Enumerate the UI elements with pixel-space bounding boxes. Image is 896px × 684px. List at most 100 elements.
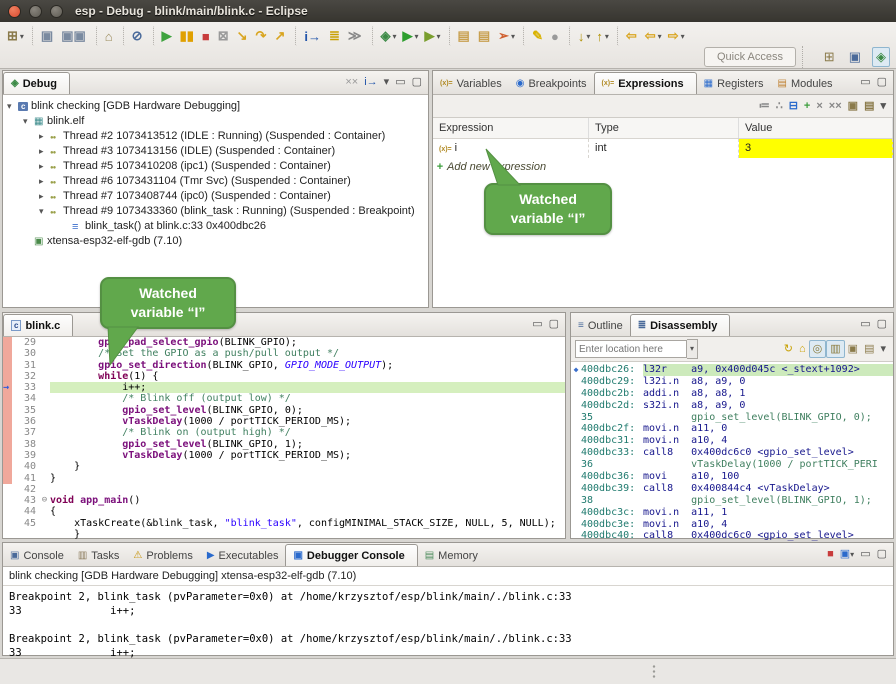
quick-access-button[interactable]: Quick Access bbox=[704, 47, 796, 67]
fold-marker-icon[interactable] bbox=[39, 337, 50, 348]
disconnect-icon[interactable]: ⊠ bbox=[215, 26, 234, 46]
code-line[interactable]: → } bbox=[3, 529, 565, 539]
step-over-icon[interactable]: ↷ bbox=[253, 26, 272, 46]
disassembly-line[interactable]: 400dbc31: movi.n a10, 4 bbox=[571, 435, 893, 447]
code-line[interactable]: → 37 /* Blink on (output high) */ bbox=[3, 427, 565, 438]
tree-twisty-icon[interactable]: ▾ bbox=[23, 114, 34, 129]
open-folder-alt-icon[interactable]: ▤ bbox=[475, 26, 495, 46]
disassembly-line[interactable]: 400dbc2f: movi.n a11, 0 bbox=[571, 423, 893, 435]
maximize-icon[interactable]: ▢ bbox=[546, 316, 562, 332]
save-icon[interactable]: ▣ bbox=[32, 26, 58, 46]
code-line[interactable]: → 41 } bbox=[3, 473, 565, 484]
maximize-icon[interactable]: ▢ bbox=[409, 74, 425, 90]
track-expression-icon[interactable]: ◎ bbox=[809, 340, 827, 358]
save-all-icon[interactable]: ▣▣ bbox=[58, 26, 91, 46]
disassembly-line[interactable]: 400dbc2b: addi.n a8, a8, 1 bbox=[571, 388, 893, 400]
disassembly-line[interactable]: ◆ 400dbc26: l32r a9, 0x400d045c <_stext+… bbox=[571, 364, 893, 376]
code-line[interactable]: → 39 vTaskDelay(1000 / portTICK_PERIOD_M… bbox=[3, 450, 565, 461]
code-line[interactable]: → 32 while(1) { bbox=[3, 371, 565, 382]
debug-tree-item[interactable]: ▸ Thread #3 1073413156 (IDLE) (Suspended… bbox=[3, 144, 428, 159]
show-logical-structure-icon[interactable]: ∴ bbox=[773, 98, 786, 114]
step-filters-icon[interactable]: ≫ bbox=[345, 26, 367, 46]
pin-view-icon[interactable]: ▤ bbox=[861, 341, 877, 357]
pin-view-icon[interactable]: ▤ bbox=[861, 98, 877, 114]
code-line[interactable]: → 38 gpio_set_level(BLINK_GPIO, 1); bbox=[3, 439, 565, 450]
list-edit-icon[interactable]: ≣ bbox=[326, 26, 345, 46]
fold-marker-icon[interactable] bbox=[39, 506, 50, 517]
home-icon[interactable]: ⌂ bbox=[796, 341, 809, 357]
back-history-icon[interactable]: ⇦ ▾ bbox=[642, 26, 665, 46]
run-icon[interactable]: ▶ ▾ bbox=[400, 26, 422, 46]
new-view-icon[interactable]: ▣ bbox=[845, 341, 861, 357]
code-line[interactable]: → 42 bbox=[3, 484, 565, 495]
disassembly-line[interactable]: 400dbc33: call8 0x400dc6c0 <gpio_set_lev… bbox=[571, 447, 893, 459]
last-edit-location-icon[interactable]: ↓ ▾ bbox=[569, 26, 594, 46]
tab-registers[interactable]: Registers bbox=[697, 73, 771, 94]
instruction-stepping-mode-icon[interactable]: i→ bbox=[295, 26, 326, 46]
fold-marker-icon[interactable] bbox=[39, 371, 50, 382]
tree-twisty-icon[interactable]: ▸ bbox=[39, 144, 50, 159]
fold-marker-icon[interactable] bbox=[39, 348, 50, 359]
goto-annotation-icon[interactable]: ↑ ▾ bbox=[593, 26, 612, 46]
tab-expressions[interactable]: Expressions bbox=[594, 72, 697, 94]
debug-tree-item[interactable]: xtensa-esp32-elf-gdb (7.10) bbox=[3, 234, 428, 249]
fold-marker-icon[interactable] bbox=[39, 382, 50, 393]
disassembly-line[interactable]: 400dbc2d: s32i.n a8, a9, 0 bbox=[571, 400, 893, 412]
disassembly-line[interactable]: 400dbc40: call8 0x400dc6c0 <gpio_set_lev… bbox=[571, 530, 893, 542]
tab-blink-c[interactable]: blink.c bbox=[3, 314, 73, 336]
tab-outline[interactable]: Outline bbox=[571, 315, 630, 336]
debug-perspective-icon[interactable]: ◈ bbox=[872, 47, 890, 67]
maximize-icon[interactable]: ▢ bbox=[874, 546, 890, 562]
instruction-stepping-icon[interactable]: i→ bbox=[361, 74, 380, 90]
tab-executables[interactable]: Executables bbox=[200, 545, 286, 566]
tree-twisty-icon[interactable]: ▸ bbox=[39, 129, 50, 144]
fold-marker-icon[interactable]: ⊖ bbox=[39, 495, 50, 506]
code-line[interactable]: → 44 { bbox=[3, 506, 565, 517]
code-line[interactable]: → 30 /* Set the GPIO as a push/pull outp… bbox=[3, 348, 565, 359]
debug-icon[interactable]: ◈ ▾ bbox=[372, 26, 400, 46]
sphere-icon[interactable]: ● bbox=[548, 26, 564, 46]
tab-debug[interactable]: Debug bbox=[3, 72, 70, 94]
display-selected-console-icon[interactable]: ▣▾ bbox=[837, 546, 857, 562]
tab-disassembly[interactable]: Disassembly bbox=[630, 314, 731, 336]
disassembly-line[interactable]: 35 gpio_set_level(BLINK_GPIO, 0); bbox=[571, 412, 893, 424]
fold-marker-icon[interactable] bbox=[39, 461, 50, 472]
new-wizard-icon[interactable]: ⊞ ▾ bbox=[4, 26, 27, 46]
fold-marker-icon[interactable] bbox=[39, 393, 50, 404]
code-line[interactable]: → 40 } bbox=[3, 461, 565, 472]
disassembly-line[interactable]: 400dbc29: l32i.n a8, a9, 0 bbox=[571, 376, 893, 388]
fold-marker-icon[interactable] bbox=[39, 416, 50, 427]
fold-marker-icon[interactable] bbox=[39, 439, 50, 450]
minimize-icon[interactable]: ▭ bbox=[857, 316, 873, 332]
open-perspective-icon[interactable]: ⊞ bbox=[821, 48, 838, 66]
cpp-perspective-icon[interactable]: ▣ bbox=[846, 48, 864, 66]
column-header[interactable]: Expression bbox=[433, 118, 589, 138]
minimize-icon[interactable]: ▭ bbox=[529, 316, 545, 332]
code-line[interactable]: → 33 i++; bbox=[3, 382, 565, 393]
location-input[interactable] bbox=[575, 340, 687, 358]
forward-icon[interactable]: ⇨ ▾ bbox=[665, 26, 688, 46]
new-view-icon[interactable]: ▣ bbox=[845, 98, 861, 114]
highlighter-icon[interactable]: ✎ bbox=[523, 26, 548, 46]
window-minimize-button[interactable] bbox=[29, 5, 42, 18]
disassembly-line[interactable]: 400dbc3c: movi.n a11, 1 bbox=[571, 507, 893, 519]
code-editor[interactable]: → 29 gpio_pad_select_gpio(BLINK_GPIO); →… bbox=[3, 337, 565, 539]
tree-twisty-icon[interactable]: ▾ bbox=[7, 99, 18, 114]
view-menu-icon[interactable]: ▾ bbox=[381, 74, 393, 90]
disassembly-line[interactable]: 400dbc39: call8 0x400844c4 <vTaskDelay> bbox=[571, 483, 893, 495]
resume-icon[interactable]: ▶ bbox=[153, 26, 177, 46]
debug-tree-item[interactable]: ▾ Thread #9 1073433360 (blink_task : Run… bbox=[3, 204, 428, 219]
debug-tree-item[interactable]: ▸ Thread #6 1073431104 (Tmr Svc) (Suspen… bbox=[3, 174, 428, 189]
location-dropdown-icon[interactable]: ▾ bbox=[687, 339, 698, 359]
tab-debugger-console[interactable]: Debugger Console bbox=[285, 544, 417, 566]
fold-marker-icon[interactable] bbox=[39, 529, 50, 539]
breakpoint-instruction-pointer-icon[interactable]: → bbox=[3, 382, 9, 393]
suspend-icon[interactable]: ▮▮ bbox=[177, 26, 199, 46]
fold-marker-icon[interactable] bbox=[39, 450, 50, 461]
tree-twisty-icon[interactable]: ▸ bbox=[39, 159, 50, 174]
build-icon[interactable]: ⌂ bbox=[96, 26, 118, 46]
disassembly-line[interactable]: 400dbc3e: movi.n a10, 4 bbox=[571, 519, 893, 531]
open-folder-icon[interactable]: ▤ bbox=[449, 26, 475, 46]
step-into-icon[interactable]: ↘ bbox=[234, 26, 253, 46]
maximize-icon[interactable]: ▢ bbox=[874, 316, 890, 332]
